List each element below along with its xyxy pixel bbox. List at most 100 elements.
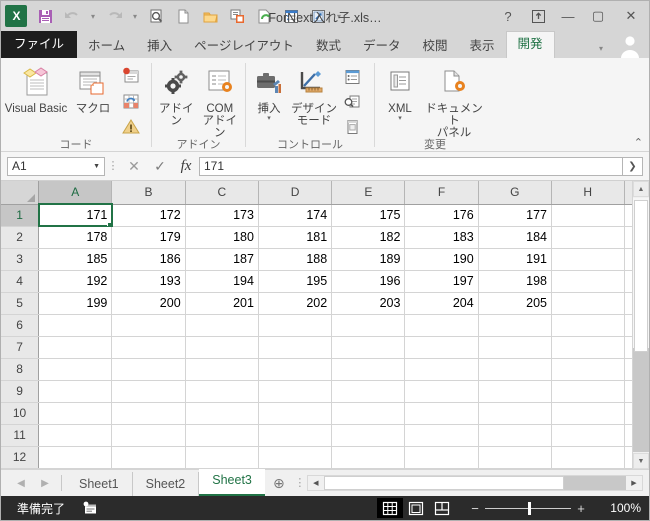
cell-A12[interactable] xyxy=(38,446,113,469)
row-header-2[interactable]: 2 xyxy=(1,226,40,249)
column-header-a[interactable]: A xyxy=(38,181,113,205)
cell-H8[interactable] xyxy=(551,358,625,381)
vertical-scrollbar[interactable]: ▲ ▼ xyxy=(632,181,649,469)
cell-H1[interactable] xyxy=(551,204,625,227)
sheet-tab-sheet3[interactable]: Sheet3 xyxy=(199,469,265,496)
cell-A3[interactable]: 185 xyxy=(38,248,113,271)
row-header-3[interactable]: 3 xyxy=(1,248,40,271)
sheet-bar-grip[interactable]: ⋮ xyxy=(293,478,307,489)
cell-D12[interactable] xyxy=(258,446,333,469)
row-header-1[interactable]: 1 xyxy=(1,204,40,227)
cell-B13[interactable] xyxy=(111,468,186,469)
row-header-11[interactable]: 11 xyxy=(1,424,40,447)
cell-G10[interactable] xyxy=(478,402,552,425)
row-header-8[interactable]: 8 xyxy=(1,358,40,381)
sheet-tab-sheet1[interactable]: Sheet1 xyxy=(66,472,133,496)
cell-H3[interactable] xyxy=(551,248,625,271)
paste-icon[interactable] xyxy=(224,4,250,28)
macro-button[interactable]: マクロ xyxy=(68,62,118,115)
cell-F8[interactable] xyxy=(404,358,479,381)
cell-F11[interactable] xyxy=(404,424,479,447)
tab-data[interactable]: データ xyxy=(352,34,412,58)
tab-overflow-caret-icon[interactable]: ▾ xyxy=(599,44,611,58)
cell-A10[interactable] xyxy=(38,402,113,425)
cell-A13[interactable] xyxy=(38,468,113,469)
help-icon[interactable]: ? xyxy=(493,1,523,31)
properties-icon[interactable] xyxy=(339,64,365,89)
document-panel-button[interactable]: ドキュメント パネル xyxy=(422,62,486,139)
tab-review[interactable]: 校閲 xyxy=(411,34,458,58)
zoom-slider[interactable]: − + xyxy=(467,501,589,516)
scroll-up-icon[interactable]: ▲ xyxy=(633,181,649,197)
cell-A6[interactable] xyxy=(38,314,113,337)
cell-B10[interactable] xyxy=(111,402,186,425)
cell-B2[interactable]: 179 xyxy=(111,226,186,249)
cell-D9[interactable] xyxy=(258,380,333,403)
cell-D7[interactable] xyxy=(258,336,333,359)
minimize-button[interactable]: — xyxy=(553,1,583,31)
cell-E12[interactable] xyxy=(331,446,406,469)
horizontal-scroll-track[interactable] xyxy=(564,476,626,490)
normal-view-button[interactable] xyxy=(377,498,403,518)
cell-H11[interactable] xyxy=(551,424,625,447)
tab-page-layout[interactable]: ページレイアウト xyxy=(183,34,305,58)
ribbon-collapse-icon[interactable]: ⌃ xyxy=(634,136,643,149)
cell-H2[interactable] xyxy=(551,226,625,249)
macro-security-icon[interactable] xyxy=(118,114,144,139)
cell-B4[interactable]: 193 xyxy=(111,270,186,293)
row-header-6[interactable]: 6 xyxy=(1,314,40,337)
column-header-d[interactable]: D xyxy=(258,181,333,205)
formula-bar-grip[interactable]: ⋮ xyxy=(105,161,121,172)
cell-F5[interactable]: 204 xyxy=(404,292,479,315)
formula-input[interactable]: 171 xyxy=(199,156,623,176)
zoom-level-label[interactable]: 100% xyxy=(597,501,641,515)
ribbon-display-options-icon[interactable] xyxy=(523,1,553,31)
refresh-icon[interactable] xyxy=(251,4,277,28)
cell-F10[interactable] xyxy=(404,402,479,425)
cell-F7[interactable] xyxy=(404,336,479,359)
cell-C2[interactable]: 180 xyxy=(185,226,259,249)
run-dialog-icon[interactable] xyxy=(339,114,365,139)
cell-H6[interactable] xyxy=(551,314,625,337)
cell-G12[interactable] xyxy=(478,446,552,469)
account-avatar[interactable] xyxy=(611,31,649,58)
design-mode-button[interactable]: デザイン モード xyxy=(289,62,339,127)
cell-G11[interactable] xyxy=(478,424,552,447)
hscroll-right-icon[interactable]: ▶ xyxy=(626,476,642,490)
redo-icon[interactable] xyxy=(101,4,127,28)
cell-F4[interactable]: 197 xyxy=(404,270,479,293)
cell-C1[interactable]: 173 xyxy=(185,204,259,227)
cell-H13[interactable] xyxy=(551,468,625,469)
row-header-5[interactable]: 5 xyxy=(1,292,40,315)
horizontal-scroll-thumb[interactable] xyxy=(323,476,565,490)
cell-G8[interactable] xyxy=(478,358,552,381)
select-all-corner[interactable] xyxy=(1,181,40,205)
visual-basic-button[interactable]: Visual Basic xyxy=(4,62,68,115)
cell-E6[interactable] xyxy=(331,314,406,337)
enter-formula-icon[interactable]: ✓ xyxy=(147,155,173,177)
cell-G5[interactable]: 205 xyxy=(478,292,552,315)
expand-formula-bar-icon[interactable]: ❯ xyxy=(623,156,643,176)
cell-B12[interactable] xyxy=(111,446,186,469)
insert-function-icon[interactable]: fx xyxy=(173,155,199,177)
cell-A7[interactable] xyxy=(38,336,113,359)
column-header-e[interactable]: E xyxy=(331,181,406,205)
save-icon[interactable] xyxy=(32,4,58,28)
cell-B9[interactable] xyxy=(111,380,186,403)
redo-caret-icon[interactable]: ▾ xyxy=(128,12,142,21)
row-header-13[interactable]: 13 xyxy=(1,468,40,469)
cell-C10[interactable] xyxy=(185,402,259,425)
cell-F2[interactable]: 183 xyxy=(404,226,479,249)
column-header-h[interactable]: H xyxy=(551,181,625,205)
cell-E10[interactable] xyxy=(331,402,406,425)
relative-reference-icon[interactable] xyxy=(118,89,144,114)
cell-F12[interactable] xyxy=(404,446,479,469)
cell-H9[interactable] xyxy=(551,380,625,403)
com-addins-button[interactable]: COM アドイン xyxy=(198,62,242,139)
close-button[interactable]: ✕ xyxy=(613,1,649,31)
cell-B11[interactable] xyxy=(111,424,186,447)
cell-F6[interactable] xyxy=(404,314,479,337)
cell-E4[interactable]: 196 xyxy=(331,270,406,293)
cell-D2[interactable]: 181 xyxy=(258,226,333,249)
column-header-f[interactable]: F xyxy=(404,181,479,205)
